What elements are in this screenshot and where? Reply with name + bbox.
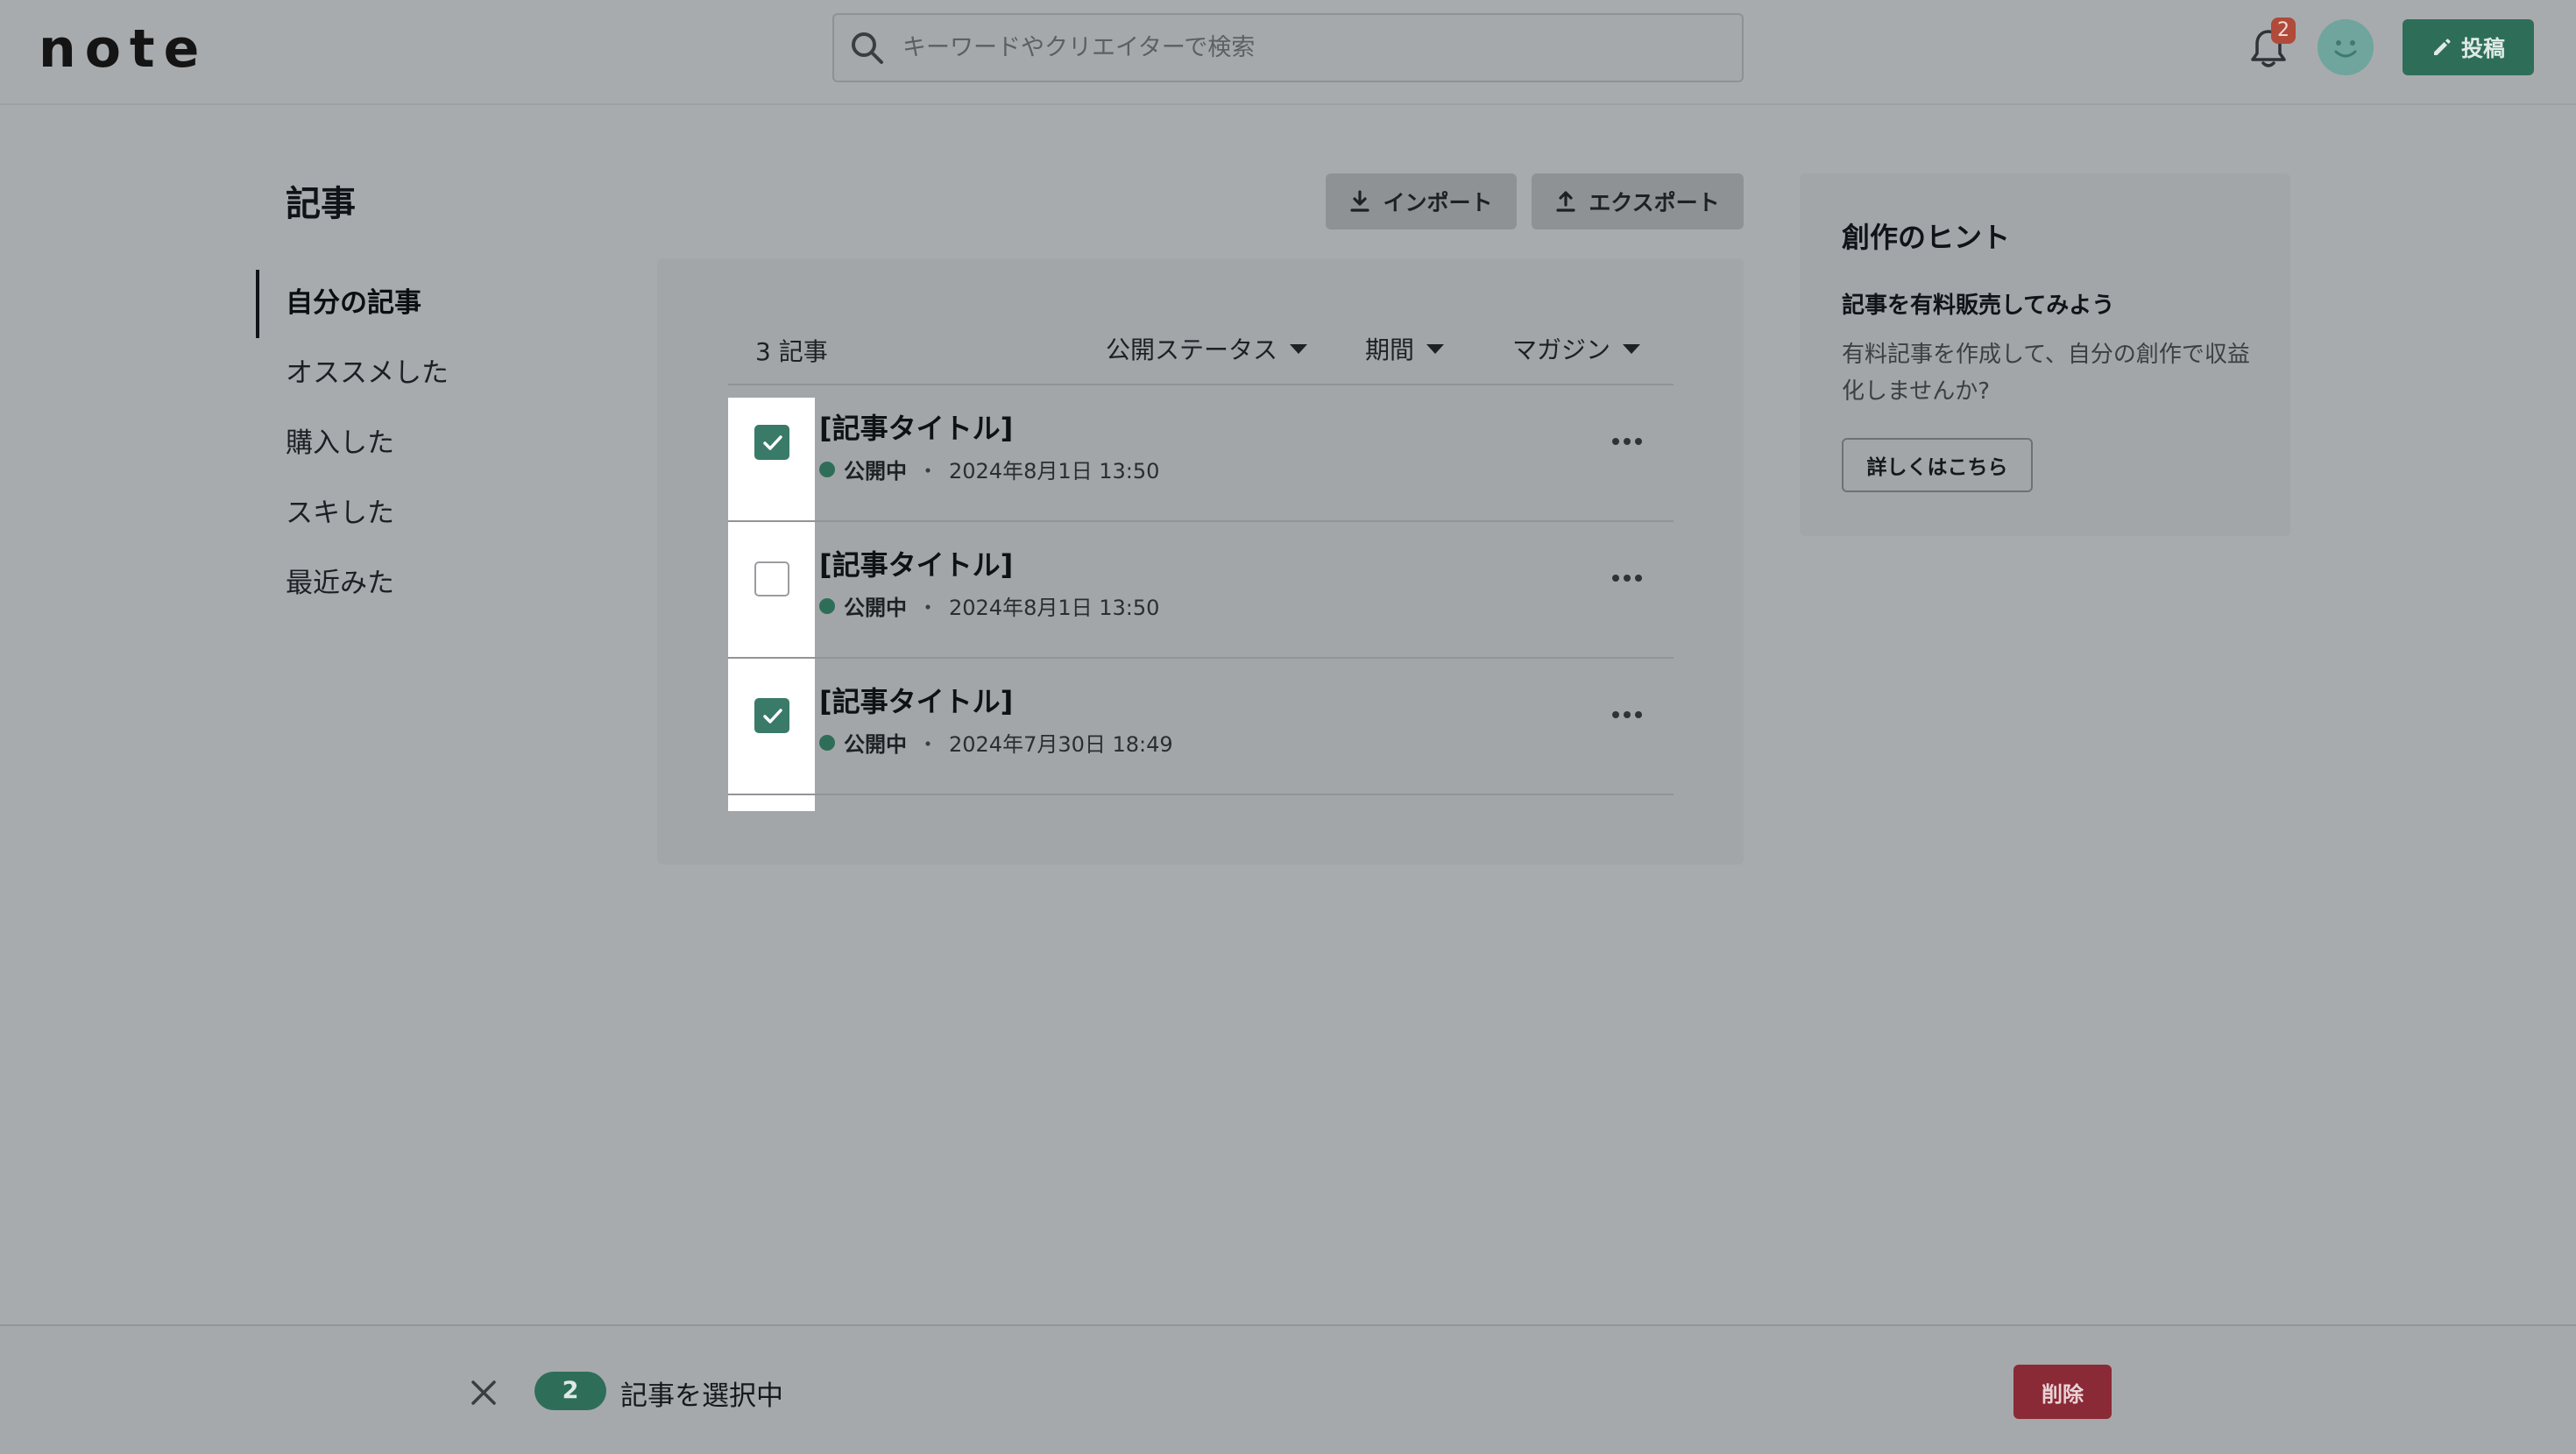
article-status: 公開中 [844,459,907,483]
filter-period[interactable]: 期間 [1365,331,1445,366]
delete-button[interactable]: 削除 [2013,1365,2112,1419]
selection-bar: 2 記事を選択中 削除 [0,1324,2576,1454]
dot-icon [1624,575,1631,582]
filter-publish-status[interactable]: 公開ステータス [1106,331,1308,366]
row-checkbox[interactable] [754,561,789,596]
article-row: [記事タイトル] 公開中 ・ 2024年8月1日 13:50 [728,385,1674,522]
article-title[interactable]: [記事タイトル] [819,543,1013,583]
article-meta: 公開中 ・ 2024年8月1日 13:50 [819,590,1159,621]
article-row: [記事タイトル] 公開中 ・ 2024年7月30日 18:49 [728,659,1674,795]
close-icon[interactable] [466,1375,501,1410]
pencil-icon [2433,39,2451,55]
sidebar-item-purchased[interactable]: 購入した [256,408,519,478]
header: note 2 投稿 [0,0,2576,105]
article-count: 3 記事 [755,337,828,366]
status-dot-icon [819,461,835,477]
selected-label: 記事を選択中 [620,1380,783,1412]
article-title[interactable]: [記事タイトル] [819,406,1013,447]
meta-separator: ・ [917,459,938,483]
notification-badge: 2 [2271,18,2296,44]
selected-count-badge: 2 [534,1372,606,1410]
article-status: 公開中 [844,732,907,757]
hint-body: 有料記事を作成して、自分の創作で収益化しませんか? [1842,342,2250,405]
download-icon [1350,190,1370,212]
post-button[interactable]: 投稿 [2403,19,2534,75]
hint-subheading: 記事を有料販売してみよう [1842,293,2115,319]
checkmark-icon [763,435,782,450]
sidebar-item-recently-viewed[interactable]: 最近みた [256,548,519,618]
more-options-button[interactable] [1603,562,1652,594]
article-title[interactable]: [記事タイトル] [819,680,1013,720]
article-status: 公開中 [844,596,907,620]
filter-period-label: 期間 [1365,335,1415,364]
import-button[interactable]: インポート [1326,173,1517,229]
more-options-button[interactable] [1603,699,1652,731]
caret-down-icon [1623,343,1641,354]
article-meta: 公開中 ・ 2024年7月30日 18:49 [819,727,1173,758]
dot-icon [1635,575,1642,582]
sidebar-item-my-articles[interactable]: 自分の記事 [256,268,519,338]
page-title: 記事 [286,184,356,224]
more-options-button[interactable] [1603,426,1652,457]
sidebar-item-liked[interactable]: スキした [256,478,519,548]
import-button-label: インポート [1383,190,1493,215]
row-checkbox[interactable] [754,425,789,460]
caret-down-icon [1290,343,1308,354]
upload-icon [1556,191,1575,212]
article-date: 2024年8月1日 13:50 [949,459,1160,483]
search-bar[interactable] [832,13,1744,82]
status-dot-icon [819,597,835,614]
dot-icon [1635,711,1642,718]
filter-magazine-label: マガジン [1512,335,1611,364]
avatar[interactable] [2318,19,2374,75]
dot-icon [1612,575,1619,582]
dot-icon [1624,711,1631,718]
sidebar-nav: 自分の記事 オススメした 購入した スキした 最近みた [256,268,519,618]
filter-publish-status-label: 公開ステータス [1106,335,1278,364]
meta-separator: ・ [917,596,938,620]
dot-icon [1612,438,1619,445]
filter-magazine[interactable]: マガジン [1512,331,1641,366]
status-dot-icon [819,734,835,751]
dot-icon [1612,711,1619,718]
hint-card: 創作のヒント 記事を有料販売してみよう 有料記事を作成して、自分の創作で収益化し… [1800,173,2290,536]
export-button[interactable]: エクスポート [1532,173,1744,229]
smiley-avatar-icon [2318,19,2374,75]
meta-separator: ・ [917,732,938,757]
hint-heading: 創作のヒント [1842,221,2011,254]
dot-icon [1624,438,1631,445]
caret-down-icon [1426,343,1445,354]
learn-more-button[interactable]: 詳しくはこちら [1842,438,2033,492]
search-input[interactable] [902,23,1691,73]
row-checkbox[interactable] [754,698,789,733]
article-meta: 公開中 ・ 2024年8月1日 13:50 [819,454,1159,484]
search-icon [852,32,883,64]
checkmark-icon [763,709,782,723]
export-button-label: エクスポート [1589,190,1720,215]
dot-icon [1635,438,1642,445]
article-row: [記事タイトル] 公開中 ・ 2024年8月1日 13:50 [728,522,1674,659]
note-logo[interactable]: note [39,21,208,77]
post-button-label: 投稿 [2460,36,2505,61]
sidebar-item-recommended[interactable]: オススメした [256,338,519,408]
article-date: 2024年7月30日 18:49 [949,732,1173,757]
article-date: 2024年8月1日 13:50 [949,596,1160,620]
